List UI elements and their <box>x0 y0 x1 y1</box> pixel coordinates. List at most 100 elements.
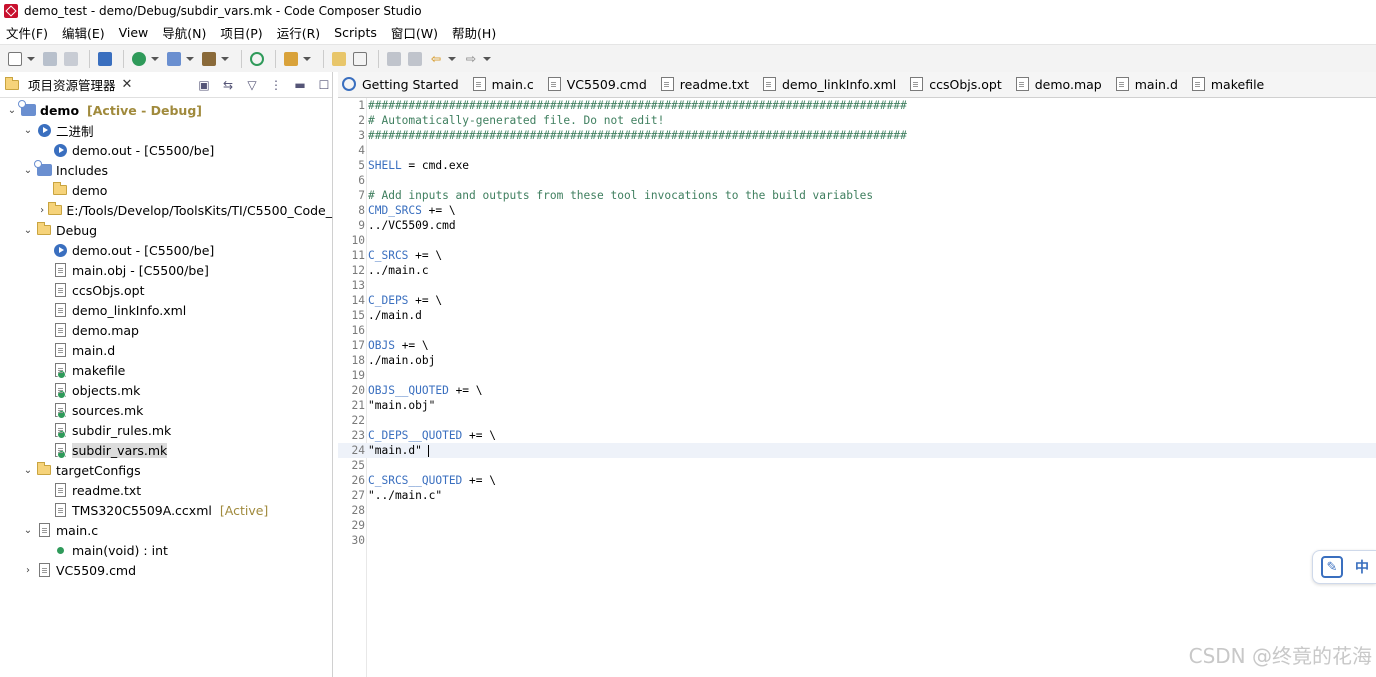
search-icon[interactable] <box>248 50 266 68</box>
variable-token: C_SRCS__QUOTED <box>368 474 463 487</box>
tree-item[interactable]: subdir_vars.mk <box>0 440 332 460</box>
file-icon <box>1015 77 1029 91</box>
back-arrow-icon[interactable]: ⇦ <box>427 50 445 68</box>
tab-project-explorer[interactable]: 项目资源管理器 ✕ <box>4 75 138 94</box>
build-dropdown[interactable] <box>221 50 229 68</box>
code-editor[interactable]: 1 #######################################… <box>338 98 1376 677</box>
c-file-icon <box>36 522 52 538</box>
code-line: 16 <box>338 323 1376 338</box>
tree-item[interactable]: ⌄ main.c <box>0 520 332 540</box>
menu-item[interactable]: 运行(R) <box>277 23 320 42</box>
editor-tab[interactable]: main.d <box>1112 72 1188 97</box>
chevron-down-icon[interactable]: ⌄ <box>22 524 34 536</box>
chevron-down-icon[interactable]: ⌄ <box>22 164 34 176</box>
annotation-icon[interactable] <box>330 50 348 68</box>
chevron-down-icon[interactable]: ⌄ <box>22 224 34 236</box>
tree-item[interactable]: ⌄ targetConfigs <box>0 460 332 480</box>
menu-item[interactable]: 文件(F) <box>6 23 48 42</box>
cmd-file-icon <box>36 562 52 578</box>
tree-item[interactable]: main.d <box>0 340 332 360</box>
editor-tab[interactable]: ccsObjs.opt <box>906 72 1011 97</box>
wand-dropdown[interactable] <box>303 50 311 68</box>
tree-item[interactable]: ⌄ demo [Active - Debug] <box>0 100 332 120</box>
back-dropdown[interactable] <box>448 50 456 68</box>
menu-item[interactable]: 导航(N) <box>162 23 206 42</box>
chevron-down-icon[interactable]: ⌄ <box>6 104 18 116</box>
flash-icon[interactable] <box>165 50 183 68</box>
line-number: 23 <box>351 429 365 442</box>
ime-toolbar[interactable]: ✎ 中 <box>1312 550 1376 584</box>
tree-item-label: TMS320C5509A.ccxml <box>72 502 212 518</box>
tree-item[interactable]: main(void) : int <box>0 540 332 560</box>
tree-item[interactable]: TMS320C5509A.ccxml [Active] <box>0 500 332 520</box>
terminal-icon[interactable] <box>96 50 114 68</box>
file-icon <box>763 77 776 91</box>
close-icon[interactable]: ✕ <box>122 77 133 92</box>
tree-item[interactable]: main.obj - [C5500/be] <box>0 260 332 280</box>
menu-item[interactable]: 窗口(W) <box>391 23 438 42</box>
prev-annotation-icon[interactable] <box>385 50 403 68</box>
tree-item[interactable]: demo.out - [C5500/be] <box>0 240 332 260</box>
maximize-icon[interactable]: ☐ <box>316 77 332 93</box>
tree-item[interactable]: objects.mk <box>0 380 332 400</box>
new-dropdown[interactable] <box>27 50 35 68</box>
code-line: 8 CMD_SRCS += \ <box>338 203 1376 218</box>
menu-item[interactable]: 项目(P) <box>220 23 262 42</box>
debug-dropdown[interactable] <box>151 50 159 68</box>
collapse-all-icon[interactable]: ▣ <box>196 77 212 93</box>
debug-icon[interactable] <box>130 50 148 68</box>
save-icon[interactable] <box>41 50 59 68</box>
tree-item[interactable]: › E:/Tools/Develop/ToolsKits/TI/C5500_Cod… <box>0 200 332 220</box>
link-editor-icon[interactable]: ⇆ <box>220 77 236 93</box>
tree-item[interactable]: readme.txt <box>0 480 332 500</box>
block-selection-icon[interactable] <box>351 50 369 68</box>
save-all-icon[interactable] <box>62 50 80 68</box>
line-number: 20 <box>351 384 365 397</box>
tree-item[interactable]: ccsObjs.opt <box>0 280 332 300</box>
tree-item[interactable]: makefile <box>0 360 332 380</box>
makefile-icon <box>52 362 68 379</box>
forward-arrow-icon[interactable]: ⇨ <box>462 50 480 68</box>
tree-item[interactable]: ⌄ Debug <box>0 220 332 240</box>
editor-tab[interactable]: readme.txt <box>657 72 759 97</box>
chevron-down-icon[interactable]: ⌄ <box>22 464 34 476</box>
tree-item[interactable]: ⌄ Includes <box>0 160 332 180</box>
code-text: # Add inputs and outputs from these tool… <box>368 188 873 203</box>
build-hammer-icon[interactable] <box>200 50 218 68</box>
tree-item[interactable]: demo <box>0 180 332 200</box>
view-menu-icon[interactable]: ⋮ <box>268 77 284 93</box>
menu-item[interactable]: 编辑(E) <box>62 23 105 42</box>
filter-icon[interactable]: ▽ <box>244 77 260 93</box>
tree-item[interactable]: sources.mk <box>0 400 332 420</box>
chevron-right-icon[interactable]: › <box>38 204 46 216</box>
minimize-icon[interactable]: ▬ <box>292 77 308 93</box>
editor-tab[interactable]: demo.map <box>1012 72 1112 97</box>
editor-tab[interactable]: Getting Started <box>338 72 469 97</box>
ime-language[interactable]: 中 <box>1355 557 1369 577</box>
tree-item[interactable]: › VC5509.cmd <box>0 560 332 580</box>
editor-tab[interactable]: demo_linkInfo.xml <box>759 72 906 97</box>
editor-tab[interactable]: VC5509.cmd <box>544 72 657 97</box>
tree-item[interactable]: demo.map <box>0 320 332 340</box>
tree-item[interactable]: demo_linkInfo.xml <box>0 300 332 320</box>
next-annotation-icon[interactable] <box>406 50 424 68</box>
menu-item[interactable]: 帮助(H) <box>452 23 496 42</box>
ime-settings-icon[interactable]: ✎ <box>1321 556 1343 578</box>
editor-area: Getting Started main.c VC5509.cmd readme.tx… <box>338 72 1376 677</box>
tree-item[interactable]: subdir_rules.mk <box>0 420 332 440</box>
tree-item-label: main.obj - [C5500/be] <box>72 262 209 278</box>
new-icon[interactable] <box>6 50 24 68</box>
editor-tab[interactable]: main.c <box>469 72 544 97</box>
tree-item[interactable]: demo.out - [C5500/be] <box>0 140 332 160</box>
chevron-right-icon[interactable]: › <box>22 564 34 576</box>
chevron-down-icon[interactable]: ⌄ <box>22 124 34 136</box>
flash-dropdown[interactable] <box>186 50 194 68</box>
forward-dropdown[interactable] <box>483 50 491 68</box>
menu-item[interactable]: Scripts <box>334 25 377 40</box>
wand-icon[interactable] <box>282 50 300 68</box>
menu-item[interactable]: View <box>119 25 149 40</box>
editor-tab[interactable]: makefile <box>1188 72 1274 97</box>
variable-token: OBJS <box>368 339 395 352</box>
tree-item[interactable]: ⌄ 二进制 <box>0 120 332 140</box>
